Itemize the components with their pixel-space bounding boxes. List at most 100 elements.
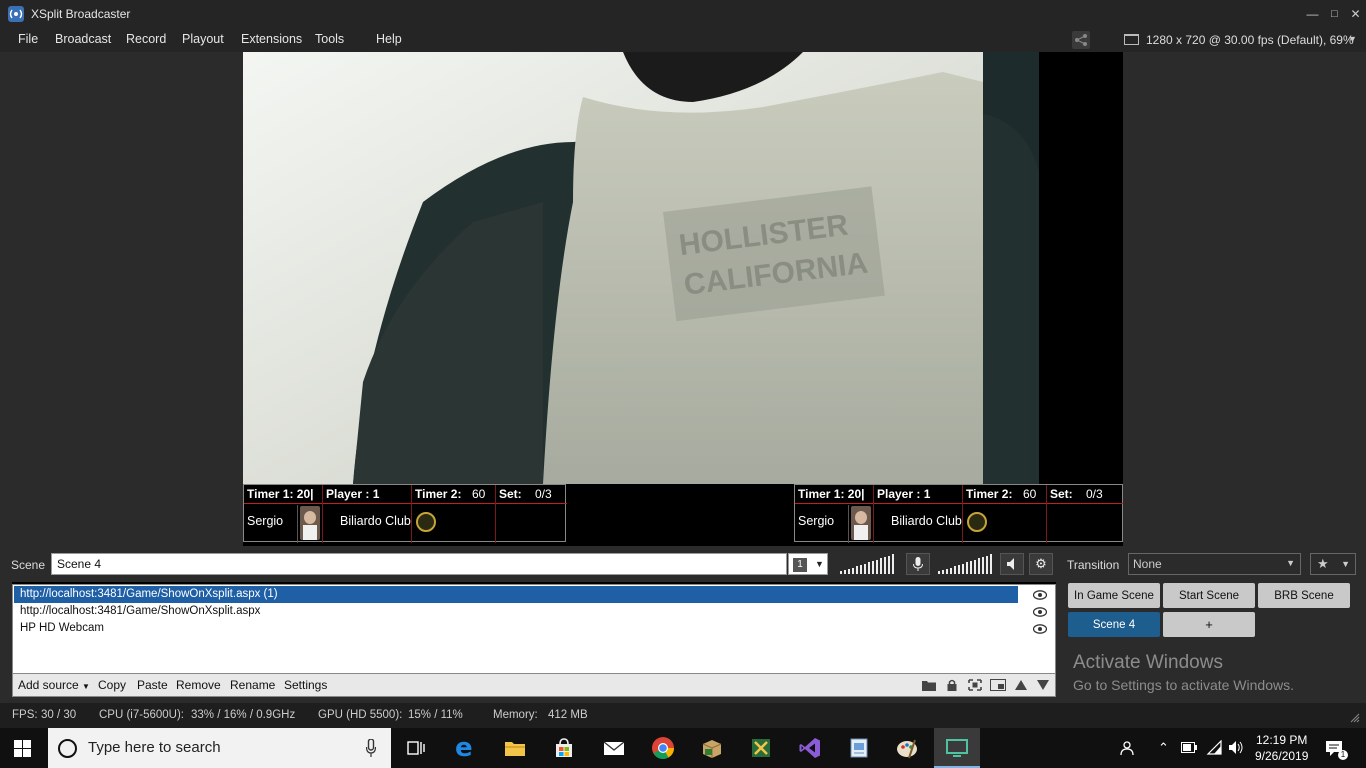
timer2-label: Timer 2: — [966, 487, 1013, 501]
scene-bar: Scene Scene 4 1 ▼ ⚙ Transition None ▼ ★ … — [0, 546, 1366, 582]
people-icon[interactable] — [1120, 740, 1138, 756]
microphone-icon[interactable] — [906, 553, 930, 575]
clock-date: 9/26/2019 — [1255, 749, 1309, 763]
mail-icon[interactable] — [602, 736, 626, 760]
close-button[interactable]: ✕ — [1345, 0, 1366, 28]
menu-tools[interactable]: Tools — [315, 32, 344, 46]
search-placeholder: Type here to search — [88, 739, 221, 756]
source-row[interactable]: http://localhost:3481/Game/ShowOnXsplit.… — [14, 586, 1018, 603]
notification-badge: 1 — [1338, 750, 1348, 760]
xsplit-taskbar-button[interactable] — [934, 728, 980, 768]
cpu-label: CPU (i7-5600U): — [99, 709, 184, 721]
package-icon[interactable] — [700, 736, 724, 760]
timer2-value: 60 — [472, 487, 486, 501]
microphone-icon[interactable] — [366, 739, 376, 757]
club-name: Biliardo Club — [340, 514, 411, 528]
scene-label: Scene — [11, 558, 46, 572]
task-view-icon[interactable] — [405, 736, 429, 760]
visibility-eye-icon[interactable] — [1033, 590, 1047, 600]
webcam-feed: HOLLISTER CALIFORNIA — [243, 52, 1039, 484]
windows-taskbar: Type here to search e ⌃ 12:19 PM 9/26/20… — [0, 728, 1366, 768]
taskbar-search-input[interactable]: Type here to search — [48, 728, 391, 768]
battery-icon[interactable] — [1181, 742, 1197, 753]
resize-grip-icon[interactable] — [1350, 713, 1360, 723]
set-value: 0/3 — [535, 487, 552, 501]
set-label: Set: — [1050, 487, 1073, 501]
scene-button-brb[interactable]: BRB Scene — [1258, 583, 1350, 608]
fit-screen-icon[interactable] — [968, 679, 982, 691]
share-icon[interactable] — [1072, 31, 1090, 49]
menu-extensions[interactable]: Extensions — [241, 32, 302, 46]
paste-button[interactable]: Paste — [137, 678, 168, 692]
menu-broadcast[interactable]: Broadcast — [55, 32, 111, 46]
windows-start-icon[interactable] — [14, 740, 31, 757]
scene-button-in-game[interactable]: In Game Scene — [1068, 583, 1160, 608]
scene-button-scene4[interactable]: Scene 4 — [1068, 612, 1160, 637]
minimize-button[interactable]: — — [1302, 0, 1323, 28]
timer2-label: Timer 2: — [415, 487, 462, 501]
visibility-eye-icon[interactable] — [1033, 624, 1047, 634]
resolution-selector[interactable]: 1280 x 720 @ 30.00 fps (Default), 69% — [1146, 33, 1354, 47]
gpu-label: GPU (HD 5500): — [318, 709, 403, 721]
folder-icon[interactable] — [922, 679, 936, 691]
app-icon[interactable] — [749, 736, 773, 760]
menu-bar: File Broadcast Record Playout Extensions… — [0, 28, 1366, 52]
chrome-icon[interactable] — [651, 736, 675, 760]
speaker-icon[interactable] — [1000, 553, 1024, 575]
avatar — [300, 506, 320, 540]
scene-button-start[interactable]: Start Scene — [1163, 583, 1255, 608]
menu-help[interactable]: Help — [376, 32, 402, 46]
system-clock[interactable]: 12:19 PM 9/26/2019 — [1255, 732, 1308, 764]
player-text: Player : 1 — [326, 487, 380, 501]
remove-button[interactable]: Remove — [176, 678, 221, 692]
activate-windows-watermark: Activate Windows Go to Settings to activ… — [1073, 652, 1294, 693]
source-row[interactable]: HP HD Webcam — [14, 620, 1054, 637]
source-list[interactable]: http://localhost:3481/Game/ShowOnXsplit.… — [12, 584, 1056, 674]
visual-studio-icon[interactable] — [798, 736, 822, 760]
window-title: XSplit Broadcaster — [31, 7, 131, 21]
scene-number-selector[interactable]: 1 ▼ — [788, 553, 828, 575]
picture-in-picture-icon[interactable] — [990, 679, 1006, 691]
paint-icon[interactable] — [895, 736, 919, 760]
transition-favorite-button[interactable]: ★ ▼ — [1310, 553, 1356, 575]
rename-button[interactable]: Rename — [230, 678, 275, 692]
player-text: Player : 1 — [877, 487, 931, 501]
set-value: 0/3 — [1086, 487, 1103, 501]
stage-area: HOLLISTER CALIFORNIA Timer 1: 20| Player… — [0, 52, 1366, 546]
store-icon[interactable] — [552, 736, 576, 760]
player-name: Sergio — [798, 514, 835, 528]
chevron-up-icon[interactable]: ⌃ — [1158, 740, 1169, 756]
mic-level-meter — [840, 554, 894, 574]
scene-name-input[interactable]: Scene 4 — [51, 553, 787, 575]
menu-file[interactable]: File — [18, 32, 38, 46]
add-scene-button[interactable]: + — [1163, 612, 1255, 637]
cpu-value: 33% / 16% / 0.9GHz — [191, 709, 296, 721]
visibility-eye-icon[interactable] — [1033, 607, 1047, 617]
source-row[interactable]: http://localhost:3481/Game/ShowOnXsplit.… — [14, 603, 1054, 620]
gear-icon[interactable]: ⚙ — [1029, 553, 1053, 575]
timer1-text: Timer 1: 20| — [247, 487, 314, 501]
set-label: Set: — [499, 487, 522, 501]
move-up-icon[interactable] — [1014, 679, 1028, 691]
copy-button[interactable]: Copy — [98, 678, 126, 692]
menu-record[interactable]: Record — [126, 32, 166, 46]
menu-playout[interactable]: Playout — [182, 32, 224, 46]
image-viewer-icon[interactable] — [847, 736, 871, 760]
wifi-icon[interactable] — [1206, 740, 1222, 755]
memory-label: Memory: — [493, 709, 538, 721]
activate-subtitle: Go to Settings to activate Windows. — [1073, 677, 1294, 693]
club-logo-icon — [967, 512, 987, 532]
scene-number: 1 — [793, 558, 807, 572]
edge-browser-icon[interactable]: e — [455, 735, 479, 761]
transition-select[interactable]: None ▼ — [1128, 553, 1301, 575]
source-label: HP HD Webcam — [20, 622, 104, 634]
move-down-icon[interactable] — [1036, 679, 1050, 691]
lock-icon[interactable] — [945, 679, 959, 691]
chevron-down-icon[interactable]: ▼ — [1348, 34, 1357, 44]
add-source-button[interactable]: Add source ▼ — [18, 678, 90, 692]
volume-icon[interactable] — [1228, 740, 1244, 755]
settings-button[interactable]: Settings — [284, 678, 327, 692]
preview-stage[interactable]: HOLLISTER CALIFORNIA Timer 1: 20| Player… — [243, 52, 1123, 546]
maximize-button[interactable]: □ — [1324, 0, 1345, 28]
file-explorer-icon[interactable] — [503, 736, 527, 760]
